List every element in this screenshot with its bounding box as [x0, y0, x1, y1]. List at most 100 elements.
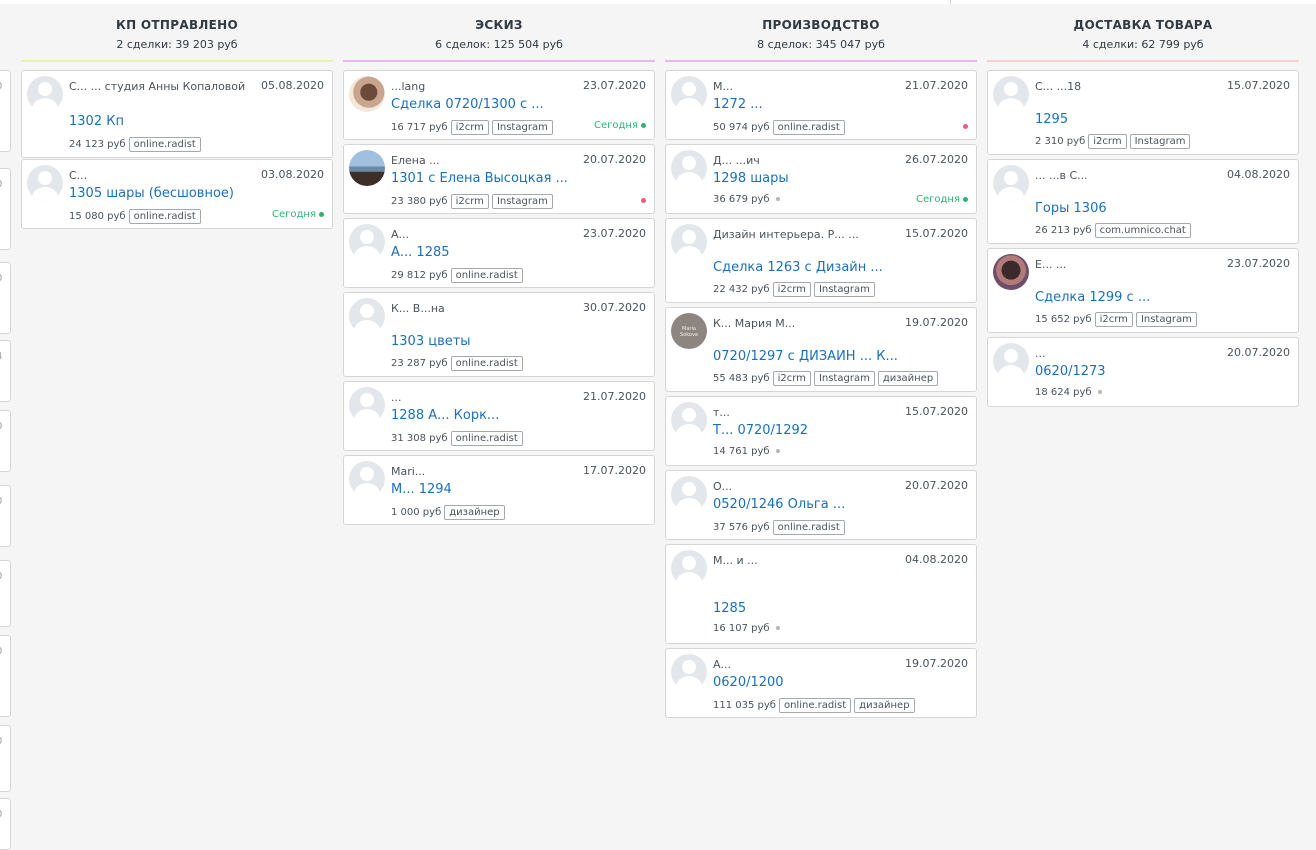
deal-tag[interactable]: i2crm: [772, 282, 811, 297]
avatar[interactable]: [671, 76, 707, 112]
deal-tag[interactable]: Instagram: [491, 194, 553, 209]
deal-tag[interactable]: online.radist: [128, 209, 201, 224]
deal-card[interactable]: О... 20.07.2020 0520/1246 Ольга ... 37 576 …: [665, 470, 977, 540]
deal-card[interactable]: С... ... студия Анны Копаловой 05.08.2020…: [21, 70, 333, 158]
contact-name[interactable]: ...: [1035, 346, 1220, 361]
deal-card[interactable]: ... 20.07.2020 0620/1273 18 624 руб: [987, 337, 1299, 407]
deal-card[interactable]: Дизайн интерьера. Р... ... 15.07.2020 Сдел…: [665, 218, 977, 303]
deal-link[interactable]: Т... 0720/1292: [713, 423, 968, 438]
task-status[interactable]: Сегодня: [916, 194, 968, 205]
deal-tag[interactable]: online.radist: [450, 356, 523, 371]
column-header[interactable]: ЭСКИЗ 6 сделок: 125 504 руб: [343, 0, 655, 63]
contact-name[interactable]: т...: [713, 405, 898, 420]
deal-tag[interactable]: i2crm: [450, 120, 489, 135]
contact-name[interactable]: Елена ...: [391, 153, 576, 168]
contact-name[interactable]: М... и ...: [713, 553, 898, 568]
deal-link[interactable]: 1272 ...: [713, 97, 968, 112]
task-status[interactable]: Сегодня: [594, 120, 646, 131]
deal-link[interactable]: 1303 цветы: [391, 334, 646, 349]
deal-card[interactable]: А... 23.07.2020 А... 1285 29 812 руб online.…: [343, 218, 655, 288]
deal-card[interactable]: К... В...на 30.07.2020 1303 цветы 23 287 ру…: [343, 292, 655, 377]
deal-tag[interactable]: online.radist: [778, 698, 852, 713]
deal-link[interactable]: Сделка 1263 с Дизайн ...: [713, 260, 968, 275]
partial-card[interactable]: 0: [0, 798, 11, 850]
avatar[interactable]: [993, 254, 1029, 290]
deal-tag[interactable]: online.radist: [772, 520, 845, 535]
contact-name[interactable]: Mari...: [391, 464, 576, 479]
deal-tag[interactable]: дизайнер: [444, 505, 505, 520]
contact-name[interactable]: ...lang: [391, 79, 576, 94]
deal-tag[interactable]: online.radist: [128, 137, 201, 152]
avatar[interactable]: [349, 387, 385, 423]
partial-card[interactable]: 0: [0, 635, 11, 717]
column-header[interactable]: ПРОИЗВОДСТВО 8 сделок: 345 047 руб: [665, 0, 977, 63]
deal-card[interactable]: А... 19.07.2020 0620/1200 111 035 руб online…: [665, 648, 977, 718]
avatar[interactable]: [671, 550, 707, 586]
avatar[interactable]: [349, 461, 385, 497]
deal-link[interactable]: 1301 с Елена Высоцкая ...: [391, 171, 646, 186]
partial-card[interactable]: 0: [0, 485, 11, 547]
deal-tag[interactable]: i2crm: [1088, 134, 1127, 149]
avatar[interactable]: [671, 654, 707, 690]
column-header[interactable]: КП ОТПРАВЛЕНО 2 сделки: 39 203 руб: [21, 0, 333, 63]
deal-card[interactable]: Д... ...ич 26.07.2020 1298 шары 36 679 руб С…: [665, 144, 977, 214]
deal-tag[interactable]: i2crm: [450, 194, 489, 209]
deal-card[interactable]: Maria Sokova К... Мария М... 19.07.2020 072…: [665, 307, 977, 392]
deal-link[interactable]: М... 1294: [391, 482, 646, 497]
deal-link[interactable]: 0620/1200: [713, 675, 968, 690]
avatar[interactable]: [27, 76, 63, 112]
deal-card[interactable]: ...lang 23.07.2020 Сделка 0720/1300 с ... 1…: [343, 70, 655, 140]
partial-card[interactable]: 0: [0, 168, 11, 250]
deal-card[interactable]: ... 21.07.2020 1288 А... Корк... 31 308 руб…: [343, 381, 655, 451]
deal-link[interactable]: 1288 А... Корк...: [391, 408, 646, 423]
avatar[interactable]: [993, 76, 1029, 112]
partial-card[interactable]: 4: [0, 340, 11, 402]
deal-tag[interactable]: online.radist: [450, 268, 523, 283]
deal-link[interactable]: 0620/1273: [1035, 364, 1290, 379]
deal-card[interactable]: С... 03.08.2020 1305 шары (бесшовное) 15 08…: [21, 159, 333, 229]
deal-tag[interactable]: дизайнер: [854, 698, 915, 713]
partial-card[interactable]: 0: [0, 70, 11, 152]
avatar[interactable]: [27, 165, 63, 201]
deal-card[interactable]: ... ...в С... 04.08.2020 Горы 1306 26 213 р…: [987, 159, 1299, 244]
deal-tag[interactable]: i2crm: [772, 371, 811, 386]
avatar[interactable]: [993, 343, 1029, 379]
deal-card[interactable]: М... и ... 04.08.2020 1285 16 107 руб: [665, 544, 977, 644]
partial-card[interactable]: 0: [0, 262, 11, 334]
contact-name[interactable]: С...: [69, 168, 254, 183]
column-header[interactable]: ДОСТАВКА ТОВАРА 4 сделки: 62 799 руб: [987, 0, 1299, 63]
contact-name[interactable]: О...: [713, 479, 898, 494]
deal-tag[interactable]: online.radist: [772, 120, 845, 135]
avatar[interactable]: [671, 476, 707, 512]
deal-tag[interactable]: com.umnico.chat: [1094, 223, 1191, 238]
avatar[interactable]: Maria Sokova: [671, 313, 707, 349]
avatar[interactable]: [671, 224, 707, 260]
deal-link[interactable]: Сделка 0720/1300 с ...: [391, 97, 646, 112]
task-status[interactable]: Сегодня: [272, 209, 324, 220]
deal-tag[interactable]: Instagram: [813, 371, 875, 386]
partial-card[interactable]: 0: [0, 410, 11, 472]
avatar[interactable]: [349, 150, 385, 186]
deal-card[interactable]: Mari... 17.07.2020 М... 1294 1 000 руб дизай…: [343, 455, 655, 525]
contact-name[interactable]: С... ...18: [1035, 79, 1220, 94]
partial-card[interactable]: 0: [0, 725, 11, 792]
contact-name[interactable]: К... Мария М...: [713, 316, 898, 331]
deal-link[interactable]: 1305 шары (бесшовное): [69, 186, 324, 201]
deal-link[interactable]: 0720/1297 с ДИЗАЙН ... К...: [713, 349, 968, 364]
contact-name[interactable]: А...: [713, 657, 898, 672]
contact-name[interactable]: Дизайн интерьера. Р... ...: [713, 227, 898, 242]
deal-card[interactable]: Е... ... 23.07.2020 Сделка 1299 с ... 15 65…: [987, 248, 1299, 333]
contact-name[interactable]: К... В...на: [391, 301, 576, 316]
contact-name[interactable]: Д... ...ич: [713, 153, 898, 168]
avatar[interactable]: [671, 402, 707, 438]
avatar[interactable]: [349, 76, 385, 112]
contact-name[interactable]: М...: [713, 79, 898, 94]
deal-link[interactable]: Сделка 1299 с ...: [1035, 290, 1290, 305]
deal-card[interactable]: С... ...18 15.07.2020 1295 2 310 руб i2crm In…: [987, 70, 1299, 155]
deal-link[interactable]: 1298 шары: [713, 171, 968, 186]
deal-link[interactable]: 1285: [713, 601, 968, 616]
deal-tag[interactable]: дизайнер: [877, 371, 939, 386]
deal-tag[interactable]: i2crm: [1094, 312, 1133, 327]
deal-link[interactable]: А... 1285: [391, 245, 646, 260]
deal-link[interactable]: 1302 Кп: [69, 114, 324, 129]
